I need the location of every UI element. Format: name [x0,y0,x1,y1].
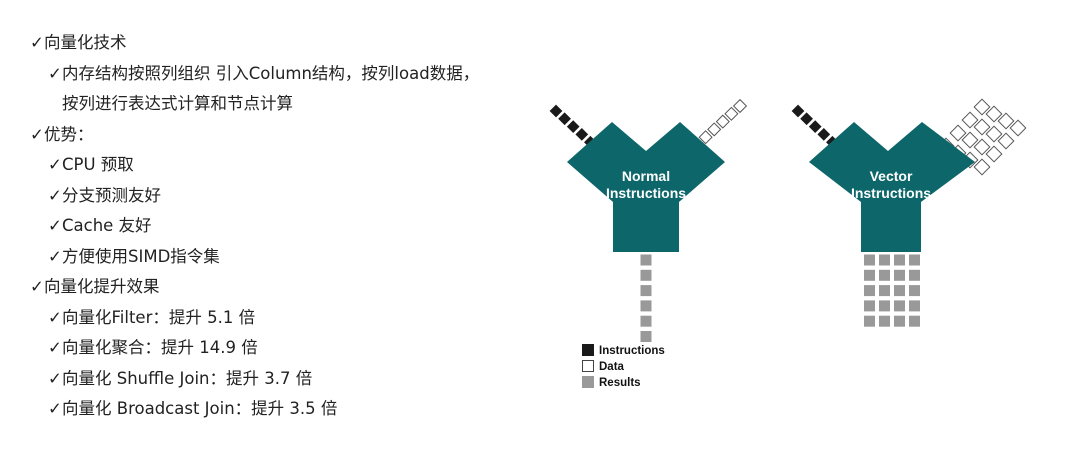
result-square [640,331,652,342]
legend: Instructions Data Results [582,344,665,389]
instruction-square [791,104,805,118]
vector-label-line2: Instructions [851,185,931,201]
data-square [715,114,730,129]
result-square [894,285,905,297]
data-square [732,98,748,114]
normal-label-line1: Normal [622,168,670,184]
result-square [909,315,920,327]
result-square [909,254,920,266]
result-square [640,285,652,297]
result-square [879,315,890,327]
result-square [894,269,905,281]
instruction-square [575,128,589,141]
result-square [909,269,920,281]
instruction-square [817,128,831,141]
legend-data-label: Data [599,361,625,373]
result-square [909,285,920,297]
normal-data-stream [698,98,748,145]
result-square [864,300,875,312]
result-square [640,254,652,266]
result-square [894,315,905,327]
normal-results-stream [640,254,652,342]
result-square [640,269,652,281]
result-square [909,300,920,312]
result-square [640,315,652,327]
result-square [879,269,890,281]
normal-instructions-diagram: Normal Instructions [549,98,748,342]
legend-instructions-label: Instructions [599,345,665,357]
result-square [864,285,875,297]
legend-results-swatch [582,376,594,388]
instruction-square [566,120,580,133]
vector-label-line1: Vector [870,168,913,184]
normal-label-line2: Instructions [606,185,686,201]
instruction-square [808,120,822,133]
data-square [707,122,722,137]
result-square [879,285,890,297]
result-square [879,254,890,266]
result-square [864,269,875,281]
vector-results-stream [864,254,920,327]
instruction-square [558,112,571,126]
result-square [640,300,652,312]
result-square [894,300,905,312]
result-square [864,254,875,266]
vector-instructions-diagram: Vector Instructions [791,98,1027,327]
result-square [864,315,875,327]
instruction-square [549,104,563,118]
simd-diagram: Normal Instructions Vector Instructions … [549,98,1027,389]
data-square [724,106,739,121]
legend-instructions-swatch [582,344,594,356]
legend-data-swatch [582,360,594,372]
legend-results-label: Results [599,377,641,389]
instruction-square [800,112,813,126]
result-square [894,254,905,266]
result-square [879,300,890,312]
